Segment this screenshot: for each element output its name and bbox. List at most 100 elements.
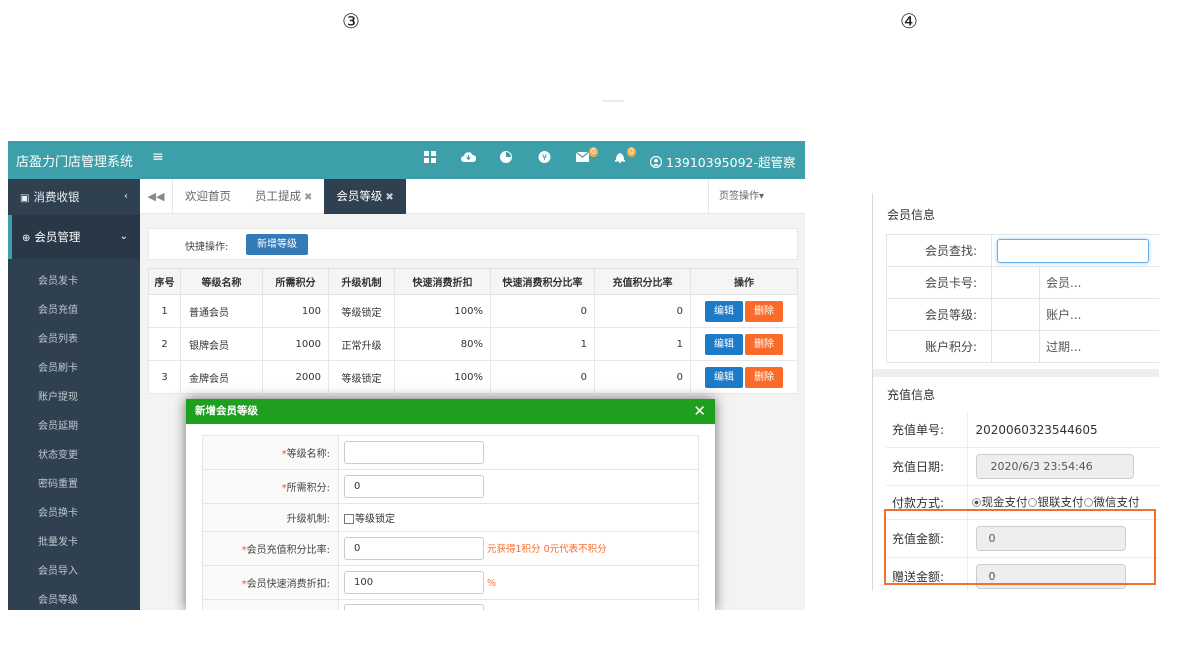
delete-button[interactable]: 删除: [745, 300, 783, 322]
table-row: 3 金牌会员 2000 等级锁定 100% 0 0 编辑 删除: [148, 360, 798, 394]
sidebar-item-extend[interactable]: 会员延期: [8, 412, 140, 441]
sidebar-item-replace-card[interactable]: 会员换卡: [8, 499, 140, 528]
mail-badge: 0: [588, 147, 598, 157]
delete-button[interactable]: 删除: [745, 333, 783, 355]
quick-actions: 快捷操作: 新增等级: [148, 228, 798, 260]
discount-unit: %: [487, 577, 497, 589]
unionpay-option-label: 银联支付: [1037, 495, 1084, 509]
edit-button[interactable]: 编辑: [705, 300, 743, 322]
sidebar-item-recharge[interactable]: 会员充值: [8, 296, 140, 325]
sidebar-item-batch-issue[interactable]: 批量发卡: [8, 528, 140, 557]
user-menu[interactable]: 13910395092-超管察: [649, 152, 796, 171]
sidebar-item-member-level[interactable]: 会员等级: [8, 586, 140, 610]
sidebar-item-swipe-card[interactable]: 会员刷卡: [8, 354, 140, 383]
tab-member-level[interactable]: 会员等级 ✖: [324, 179, 406, 214]
unionpay-radio[interactable]: [1027, 498, 1037, 507]
recharge-date-label: 充值日期:: [886, 447, 968, 486]
apps-grid-icon[interactable]: [421, 151, 439, 167]
edit-button[interactable]: 编辑: [705, 366, 743, 388]
form-label: *会员快速消费折扣:: [202, 565, 339, 600]
tab-scroll-left-icon[interactable]: ◀◀: [140, 179, 173, 214]
sidebar-item-withdraw[interactable]: 账户提现: [8, 383, 140, 412]
svg-text:¥: ¥: [541, 153, 546, 162]
cell-actions: 编辑 删除: [690, 360, 798, 394]
close-icon[interactable]: ✕: [693, 399, 706, 424]
cell-name: 金牌会员: [180, 360, 263, 394]
member-name-label: 会员...: [1039, 266, 1159, 299]
form-row: *所需积分: 0: [202, 469, 699, 504]
member-card-value: [991, 266, 1040, 299]
sidebar-item-import[interactable]: 会员导入: [8, 557, 140, 586]
level-name-input[interactable]: [344, 441, 484, 464]
step-marker-3: ③: [342, 9, 360, 33]
level-lock-checkbox[interactable]: [344, 514, 354, 524]
sidebar-group-cashier[interactable]: ▣ 消费收银 ‹: [8, 179, 140, 215]
form-label: *所需积分:: [202, 469, 339, 504]
quick-actions-label: 快捷操作:: [185, 242, 229, 253]
cell-no: 2: [148, 327, 181, 361]
member-search-input[interactable]: [997, 238, 1149, 263]
cell-discount: 100%: [394, 360, 491, 394]
form-row: 升级机制: 等级锁定: [202, 503, 699, 532]
tab-welcome[interactable]: 欢迎首页: [173, 179, 243, 214]
partial-input[interactable]: [344, 603, 484, 610]
member-level-table: 序号 等级名称 所需积分 升级机制 快速消费折扣 快速消费积分比率 充值积分比率…: [148, 268, 798, 394]
cash-radio[interactable]: [971, 498, 981, 507]
member-points-value: [991, 330, 1040, 363]
add-level-dialog: 新增会员等级 ✕ *等级名称: *所需积分: 0 升级机制: 等级锁定 *会员充…: [186, 399, 715, 610]
sidebar-group-members[interactable]: ⊕ 会员管理 ⌄: [8, 215, 140, 259]
member-level-label: 会员等级:: [886, 298, 992, 331]
delete-button[interactable]: 删除: [745, 366, 783, 388]
form-row: *等级名称:: [202, 435, 699, 470]
member-search-label: 会员查找:: [886, 234, 992, 267]
sidebar-item-status-change[interactable]: 状态变更: [8, 441, 140, 470]
cell-points: 100: [262, 294, 329, 328]
recharge-row: 充值单号: 2020060323544605: [886, 413, 1159, 448]
bell-icon[interactable]: 0: [611, 147, 636, 167]
cell-discount: 80%: [394, 327, 491, 361]
form-row: *会员充值积分比率: 0 元获得1积分 0元代表不积分: [202, 531, 699, 566]
member-card-label: 会员卡号:: [886, 266, 992, 299]
wechat-radio[interactable]: [1083, 498, 1093, 507]
cell-consume-ratio: 1: [490, 327, 595, 361]
col-header-mechanism: 升级机制: [328, 268, 395, 295]
mail-icon[interactable]: 0: [573, 147, 598, 167]
sidebar-item-issue-card[interactable]: 会员发卡: [8, 267, 140, 296]
chart-circle-icon[interactable]: [497, 151, 515, 167]
col-header-name: 等级名称: [180, 268, 263, 295]
cell-no: 1: [148, 294, 181, 328]
cash-register-icon[interactable]: ¥: [535, 151, 553, 167]
cell-name: 普通会员: [180, 294, 263, 328]
edit-button[interactable]: 编辑: [705, 333, 743, 355]
add-level-button[interactable]: 新增等级: [246, 234, 308, 255]
form-value: 0 元获得1积分 0元代表不积分: [338, 531, 699, 566]
section-separator: [873, 369, 1159, 377]
recharge-row: 充值日期: 2020/6/3 23:54:46: [886, 447, 1159, 486]
form-label: *等级名称:: [202, 435, 339, 470]
sidebar-group-label: 消费收银: [33, 190, 80, 204]
sidebar-item-password-reset[interactable]: 密码重置: [8, 470, 140, 499]
menu-toggle-icon[interactable]: ≡: [152, 149, 164, 165]
tab-list: 欢迎首页 员工提成 ✖ 会员等级 ✖: [173, 179, 406, 214]
required-points-input[interactable]: 0: [344, 475, 484, 498]
dialog-header: 新增会员等级 ✕: [186, 399, 715, 424]
cloud-download-icon[interactable]: [459, 151, 477, 167]
recharge-date-input[interactable]: 2020/6/3 23:54:46: [975, 453, 1134, 479]
tab-staff-commission[interactable]: 员工提成 ✖: [243, 179, 324, 214]
recharge-ratio-input[interactable]: 0: [344, 537, 484, 560]
sidebar-item-member-list[interactable]: 会员列表: [8, 325, 140, 354]
cell-recharge-ratio: 0: [594, 294, 691, 328]
tab-operations-dropdown[interactable]: 页签操作▾: [708, 179, 774, 214]
cell-mechanism: 等级锁定: [328, 360, 395, 394]
discount-input[interactable]: 100: [344, 571, 484, 594]
close-icon[interactable]: ✖: [385, 192, 393, 203]
member-search-row: 会员查找:: [886, 234, 1159, 267]
recharge-date-cell: 2020/6/3 23:54:46: [967, 447, 1159, 486]
member-info-table: 会员查找: 会员卡号: 会员... 会员等级: 账户... 账户积分: 过期..…: [886, 234, 1159, 363]
cell-discount: 100%: [394, 294, 491, 328]
cell-recharge-ratio: 1: [594, 327, 691, 361]
cell-actions: 编辑 删除: [690, 294, 798, 328]
member-info-title: 会员信息: [887, 208, 936, 222]
close-icon[interactable]: ✖: [304, 192, 312, 203]
